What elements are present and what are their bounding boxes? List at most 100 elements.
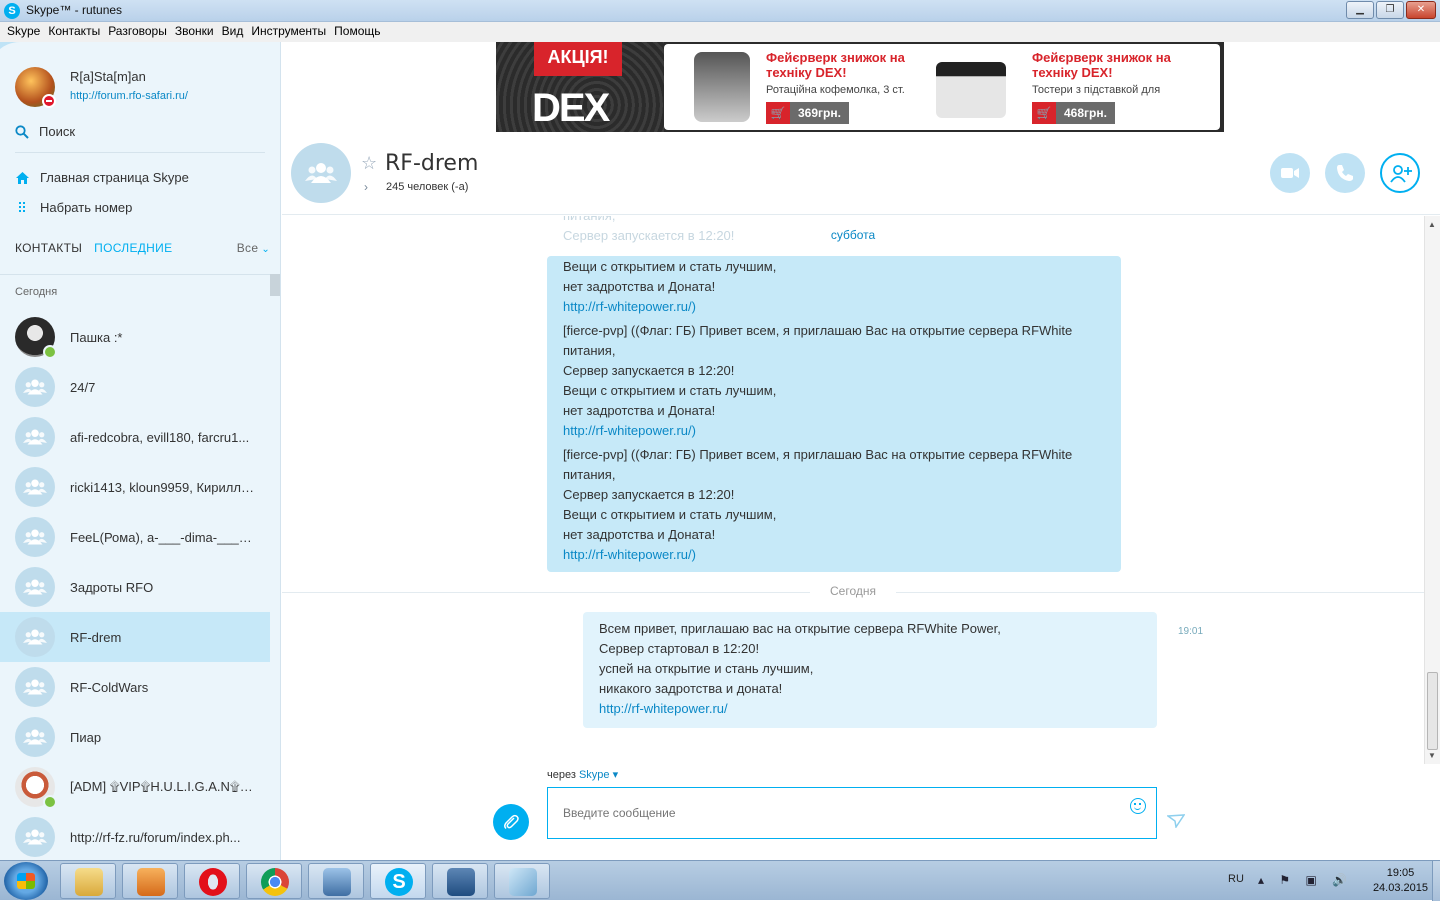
group-icon bbox=[23, 379, 47, 395]
maximize-button[interactable]: ❐ bbox=[1376, 1, 1404, 19]
taskbar-explorer[interactable] bbox=[60, 863, 116, 899]
via-service: Skype bbox=[578, 769, 610, 781]
message-link[interactable]: http://rf-whitepower.ru/) bbox=[563, 297, 1105, 317]
paperclip-icon bbox=[504, 814, 519, 830]
menu-tools[interactable]: Инструменты bbox=[250, 22, 333, 42]
conversation-avatar[interactable] bbox=[291, 143, 351, 203]
add-people-button[interactable] bbox=[1380, 153, 1420, 193]
contact-item[interactable]: [ADM] ۩VIP۩H.U.L.I.G.A.N۩VIP۩ bbox=[0, 762, 270, 812]
message-link[interactable]: http://rf-whitepower.ru/) bbox=[563, 421, 1105, 441]
status-dnd-icon[interactable] bbox=[42, 94, 56, 108]
video-call-button[interactable] bbox=[1270, 153, 1310, 193]
menu-calls[interactable]: Звонки bbox=[174, 22, 221, 42]
chrome-icon bbox=[261, 868, 289, 896]
dial-number-link[interactable]: Набрать номер bbox=[15, 200, 132, 215]
taskbar-chrome[interactable] bbox=[246, 863, 302, 899]
tray-icons[interactable]: ▴ ⚑ ▣ 🔊 bbox=[1258, 873, 1353, 887]
send-icon[interactable] bbox=[1167, 814, 1185, 828]
search-icon bbox=[15, 124, 29, 139]
emoticon-icon[interactable] bbox=[1130, 798, 1146, 814]
menu-contacts[interactable]: Контакты bbox=[47, 22, 107, 42]
skype-home-link[interactable]: Главная страница Skype bbox=[15, 170, 189, 185]
filter-label: Все bbox=[236, 241, 259, 255]
member-count[interactable]: 245 человек (-а) bbox=[386, 181, 468, 193]
profile-name[interactable]: R[a]Sta[m]an bbox=[70, 69, 146, 84]
attach-button[interactable] bbox=[493, 804, 529, 840]
conversation-header: ☆ RF-drem › 245 человек (-а) bbox=[282, 133, 1440, 215]
message-line: нет задротства и Доната! bbox=[563, 279, 716, 294]
contact-item[interactable]: FeeL(Рома), a-___-dima-___-a,... bbox=[0, 512, 270, 562]
system-tray: RU ▴ ⚑ ▣ 🔊 19:05 24.03.2015 bbox=[1200, 861, 1440, 901]
ad-description: Ротаційна кофемолка, 3 ст. bbox=[766, 84, 905, 96]
chevron-right-icon[interactable]: › bbox=[364, 180, 368, 194]
scroll-up-arrow-icon[interactable]: ▲ bbox=[1428, 220, 1436, 229]
tab-recent[interactable]: ПОСЛЕДНИЕ bbox=[94, 241, 172, 255]
taskbar-remote-desktop[interactable] bbox=[308, 863, 364, 899]
message-bubble[interactable]: Вещи с открытием и стать лучшим, нет задр… bbox=[547, 256, 1121, 572]
message-input[interactable] bbox=[547, 787, 1157, 839]
contact-item[interactable]: Пиар bbox=[0, 712, 270, 762]
contact-item[interactable]: 24/7 bbox=[0, 362, 270, 412]
message-bubble[interactable]: Всем привет, приглашаю вас на открытие с… bbox=[583, 612, 1157, 728]
day-separator-today: Сегодня bbox=[282, 584, 1424, 598]
language-indicator[interactable]: RU bbox=[1228, 873, 1244, 885]
contact-item[interactable]: RF-ColdWars bbox=[0, 662, 270, 712]
start-button[interactable] bbox=[4, 862, 48, 900]
sidebar-scrollbar[interactable] bbox=[270, 274, 280, 296]
taskbar-app[interactable] bbox=[432, 863, 488, 899]
contact-item[interactable]: afi-redcobra, evill180, farcru1... bbox=[0, 412, 270, 462]
search-button[interactable]: Поиск bbox=[15, 124, 75, 139]
faded-line: питания, bbox=[563, 216, 734, 226]
contact-item[interactable]: http://rf-fz.ru/forum/index.ph... bbox=[0, 812, 270, 860]
conversation-title[interactable]: RF-drem bbox=[385, 151, 478, 176]
contact-name: ricki1413, kloun9959, Кирилл, ... bbox=[70, 479, 255, 495]
ad-product[interactable]: Фейєрверк знижок на техніку DEX! Тостери… bbox=[930, 44, 1200, 130]
ad-banner[interactable]: АКЦІЯ! DEX Фейєрверк знижок на техніку D… bbox=[496, 42, 1224, 132]
conversation-pane: АКЦІЯ! DEX Фейєрверк знижок на техніку D… bbox=[282, 42, 1440, 860]
menu-skype[interactable]: Skype bbox=[6, 22, 47, 42]
menu-help[interactable]: Помощь bbox=[333, 22, 387, 42]
message-link[interactable]: http://rf-whitepower.ru/ bbox=[599, 699, 1141, 719]
windows-logo-icon bbox=[17, 873, 35, 889]
chat-history[interactable]: питания, Сервер запускается в 12:20! суб… bbox=[282, 216, 1424, 764]
contact-item[interactable]: ricki1413, kloun9959, Кирилл, ... bbox=[0, 462, 270, 512]
favorite-star-icon[interactable]: ☆ bbox=[361, 153, 377, 174]
status-online-icon bbox=[43, 795, 57, 809]
audio-call-button[interactable] bbox=[1325, 153, 1365, 193]
message-link[interactable]: http://rf-whitepower.ru/) bbox=[563, 545, 1105, 565]
minimize-button[interactable]: ▁ bbox=[1346, 1, 1374, 19]
toaster-image bbox=[936, 62, 1006, 118]
ad-product[interactable]: Фейєрверк знижок на техніку DEX! Ротацій… bbox=[664, 44, 934, 130]
taskbar-opera[interactable] bbox=[184, 863, 240, 899]
close-button[interactable]: ✕ bbox=[1406, 1, 1436, 19]
add-person-icon bbox=[1390, 165, 1412, 183]
contact-item[interactable]: RF-drem bbox=[0, 612, 270, 662]
message-line: Вещи с открытием и стать лучшим, bbox=[563, 507, 777, 522]
taskbar-notes[interactable] bbox=[494, 863, 550, 899]
scroll-down-arrow-icon[interactable]: ▼ bbox=[1428, 751, 1436, 760]
computer-icon bbox=[323, 868, 351, 896]
contact-item[interactable]: Задроты RFO bbox=[0, 562, 270, 612]
chat-scrollbar[interactable]: ▲ ▼ bbox=[1424, 216, 1440, 764]
taskbar-skype[interactable]: S bbox=[370, 863, 426, 899]
menu-conversations[interactable]: Разговоры bbox=[107, 22, 174, 42]
message-line: Сервер запускается в 12:20! bbox=[563, 363, 735, 378]
profile-mood[interactable]: http://forum.rfo-safari.ru/ bbox=[70, 90, 188, 102]
scrollbar-thumb[interactable] bbox=[1427, 672, 1438, 750]
show-desktop-button[interactable] bbox=[1432, 861, 1440, 901]
day-separator-saturday: суббота bbox=[830, 228, 876, 242]
contact-avatar bbox=[15, 817, 55, 857]
dial-label: Набрать номер bbox=[40, 200, 133, 215]
contact-avatar bbox=[15, 567, 55, 607]
contact-item[interactable]: Пашка :* bbox=[0, 312, 270, 362]
filter-dropdown[interactable]: Все ⌄ bbox=[237, 241, 270, 255]
menu-view[interactable]: Вид bbox=[221, 22, 251, 42]
group-icon bbox=[23, 829, 47, 845]
taskbar-media-player[interactable] bbox=[122, 863, 178, 899]
tab-contacts[interactable]: КОНТАКТЫ bbox=[15, 241, 82, 255]
message-line: нет задротства и Доната! bbox=[563, 403, 716, 418]
send-via-selector[interactable]: через Skype ▾ bbox=[547, 768, 618, 781]
skype-logo-icon: S bbox=[4, 3, 20, 19]
app-icon bbox=[447, 868, 475, 896]
clock[interactable]: 19:05 24.03.2015 bbox=[1373, 866, 1428, 896]
